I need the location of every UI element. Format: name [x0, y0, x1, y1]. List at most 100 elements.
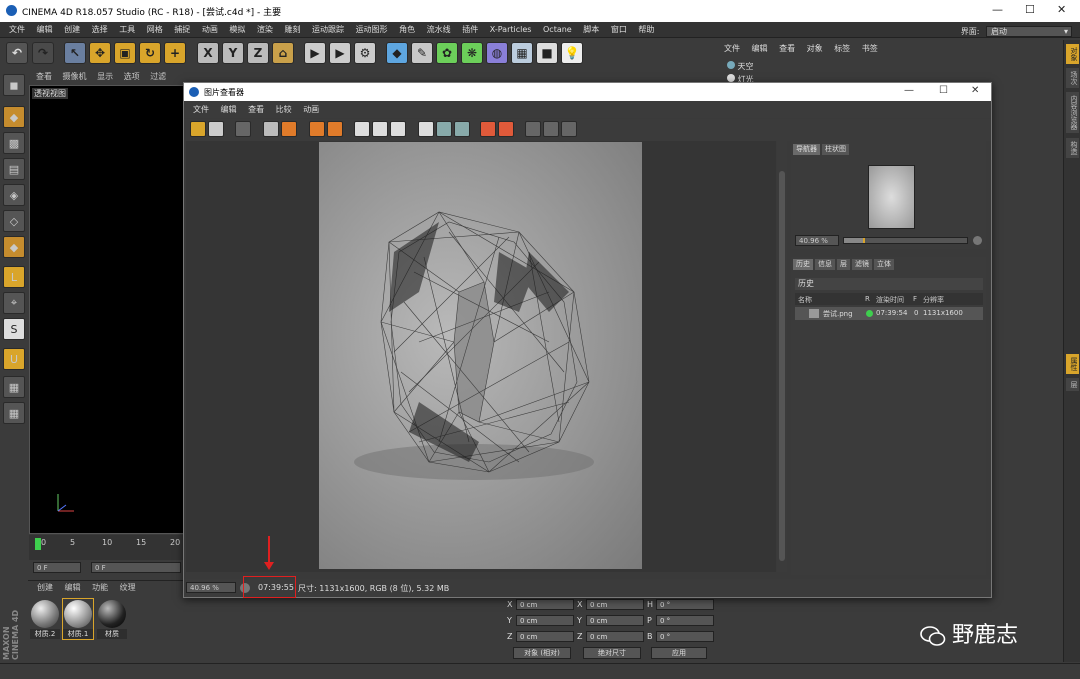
tab-navigator[interactable]: 导航器 — [793, 144, 820, 155]
redo-icon[interactable]: ↷ — [32, 42, 54, 64]
pv-menu-compare[interactable]: 比较 — [276, 102, 292, 118]
object-row[interactable]: 天空 — [727, 61, 754, 72]
interface-dropdown[interactable]: 启动 — [986, 26, 1072, 37]
render-full-icon[interactable] — [327, 121, 343, 137]
tab-attributes[interactable]: 属性 — [1066, 354, 1079, 374]
render-settings-icon[interactable]: ⚙ — [354, 42, 376, 64]
zoom-slider[interactable] — [843, 237, 968, 244]
material-menu-texture[interactable]: 纹理 — [120, 581, 136, 595]
render-region-icon[interactable] — [235, 121, 251, 137]
material-menu-function[interactable]: 功能 — [92, 581, 108, 595]
coordinate-system-icon[interactable]: ⌂ — [272, 42, 294, 64]
cube-primitive-icon[interactable]: ◆ — [386, 42, 408, 64]
maximize-button[interactable]: ☐ — [1025, 3, 1035, 16]
menu-mesh[interactable]: 网格 — [147, 22, 163, 38]
edges-mode-icon[interactable]: ◇ — [3, 210, 25, 232]
workplane-icon[interactable]: ▤ — [3, 158, 25, 180]
viewport-menu-filter[interactable]: 过滤 — [150, 70, 166, 84]
rotation-b-field[interactable]: 0 ° — [656, 631, 714, 642]
transform-tool-icon[interactable]: + — [164, 42, 186, 64]
set-b-icon[interactable] — [498, 121, 514, 137]
menu-octane[interactable]: Octane — [543, 22, 572, 38]
material-menu-edit[interactable]: 编辑 — [65, 581, 81, 595]
menu-snap[interactable]: 捕捉 — [174, 22, 190, 38]
canvas-vertical-scrollbar[interactable] — [777, 141, 787, 572]
menu-script[interactable]: 脚本 — [583, 22, 599, 38]
model-mode-icon[interactable]: ◆ — [3, 106, 25, 128]
tab-objects[interactable]: 对象 — [1066, 44, 1079, 64]
menu-animate[interactable]: 动画 — [202, 22, 218, 38]
menu-motion-tracking[interactable]: 运动跟踪 — [312, 22, 344, 38]
om-menu-objects[interactable]: 对象 — [807, 40, 823, 58]
deformer-icon[interactable]: ◍ — [486, 42, 508, 64]
save-icon[interactable] — [208, 121, 224, 137]
tab-structure[interactable]: 构造 — [1066, 138, 1079, 158]
open-icon[interactable] — [190, 121, 206, 137]
compare-right-icon[interactable] — [543, 121, 559, 137]
subdivision-icon[interactable]: ✿ — [436, 42, 458, 64]
y-axis-icon[interactable]: Y — [222, 42, 244, 64]
coord-mode-dropdown[interactable]: 对象 (相对) — [513, 647, 571, 659]
render-to-picture-viewer-icon[interactable]: ▶ — [329, 42, 351, 64]
menu-file[interactable]: 文件 — [9, 22, 25, 38]
floor-icon[interactable]: ▦ — [511, 42, 533, 64]
pv-menu-edit[interactable]: 编辑 — [221, 102, 237, 118]
snap-icon[interactable]: S — [3, 318, 25, 340]
current-frame-field[interactable]: 0 F — [33, 562, 81, 573]
ab-compare-icon[interactable] — [354, 121, 370, 137]
ab-swap-icon[interactable] — [436, 121, 452, 137]
om-menu-file[interactable]: 文件 — [724, 40, 740, 58]
menu-tools[interactable]: 工具 — [119, 22, 135, 38]
material-swatch[interactable]: 材质 — [97, 599, 127, 639]
zoom-options-icon[interactable] — [973, 236, 982, 245]
tab-takes[interactable]: 场次 — [1066, 68, 1079, 88]
z-axis-icon[interactable]: Z — [247, 42, 269, 64]
apply-button[interactable]: 应用 — [651, 647, 707, 659]
size-mode-dropdown[interactable]: 绝对尺寸 — [583, 647, 641, 659]
grid-icon[interactable]: ▦ — [3, 376, 25, 398]
position-y-field[interactable]: 0 cm — [516, 615, 574, 626]
material-menu-create[interactable]: 创建 — [37, 581, 53, 595]
pv-menu-file[interactable]: 文件 — [193, 102, 209, 118]
scale-tool-icon[interactable]: ▣ — [114, 42, 136, 64]
snapshot-icon[interactable] — [372, 121, 388, 137]
camera-icon[interactable]: ■ — [536, 42, 558, 64]
light-icon[interactable]: 💡 — [561, 42, 583, 64]
om-menu-edit[interactable]: 编辑 — [752, 40, 768, 58]
tab-stereo[interactable]: 立体 — [874, 259, 894, 270]
col-r[interactable]: R — [865, 295, 870, 303]
col-f[interactable]: F — [913, 295, 917, 303]
split-view-icon[interactable] — [418, 121, 434, 137]
menu-window[interactable]: 窗口 — [611, 22, 627, 38]
tab-info[interactable]: 信息 — [815, 259, 835, 270]
cloner-icon[interactable]: ❋ — [461, 42, 483, 64]
col-resolution[interactable]: 分辨率 — [923, 295, 944, 305]
status-zoom-field[interactable]: 40.96 % — [186, 582, 236, 593]
menu-edit[interactable]: 编辑 — [37, 22, 53, 38]
timeline[interactable]: 0 5 10 15 20 — [29, 535, 185, 560]
position-z-field[interactable]: 0 cm — [516, 631, 574, 642]
select-tool-icon[interactable]: ↖ — [64, 42, 86, 64]
min-frame-field[interactable]: 0 F — [91, 562, 181, 573]
navigator-thumbnail[interactable] — [868, 165, 915, 229]
navigator-zoom-field[interactable]: 40.96 % — [795, 235, 839, 246]
size-z-field[interactable]: 0 cm — [586, 631, 644, 642]
compare-left-icon[interactable] — [525, 121, 541, 137]
pen-tool-icon[interactable]: ✎ — [411, 42, 433, 64]
set-a-icon[interactable] — [480, 121, 496, 137]
pv-maximize-button[interactable]: ☐ — [939, 85, 948, 96]
render-active-view-icon[interactable] — [263, 121, 279, 137]
menu-simulate[interactable]: 模拟 — [229, 22, 245, 38]
pv-menu-view[interactable]: 查看 — [248, 102, 264, 118]
render-canvas[interactable] — [186, 141, 776, 572]
lock-workplane-icon[interactable]: ▦ — [3, 402, 25, 424]
ab-toggle-icon[interactable] — [454, 121, 470, 137]
pv-minimize-button[interactable]: — — [904, 85, 914, 96]
render-queue-icon[interactable] — [281, 121, 297, 137]
viewport-menu-options[interactable]: 选项 — [124, 70, 140, 84]
menu-create[interactable]: 创建 — [64, 22, 80, 38]
viewport-menu-view[interactable]: 查看 — [36, 70, 52, 84]
viewport-menu-display[interactable]: 显示 — [97, 70, 113, 84]
compare-mode-icon[interactable] — [561, 121, 577, 137]
viewport-menu-cameras[interactable]: 摄像机 — [63, 70, 87, 84]
